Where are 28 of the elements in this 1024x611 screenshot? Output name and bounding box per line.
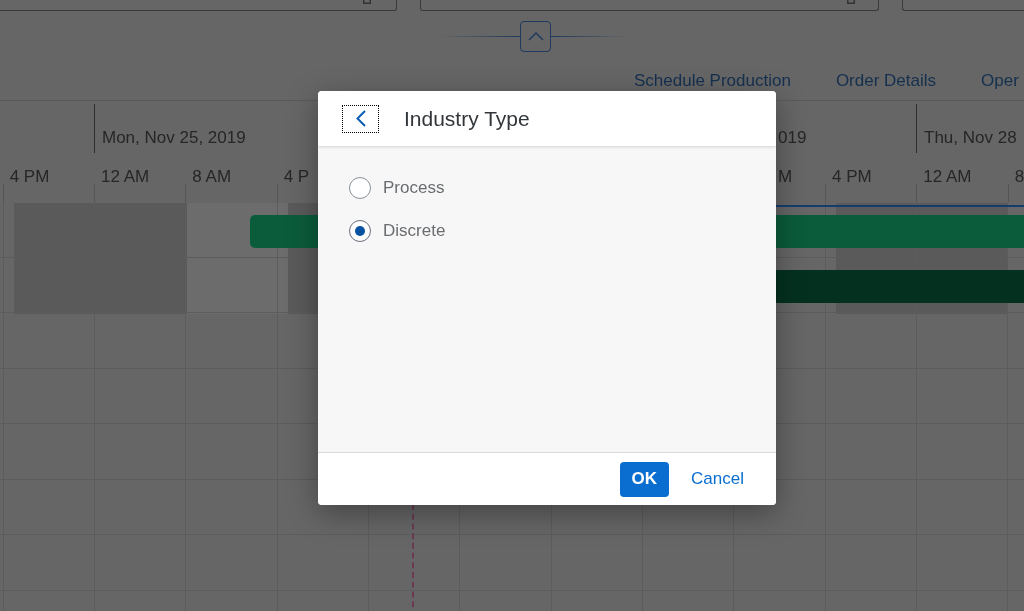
task-bar[interactable]	[250, 215, 318, 248]
hour-label: 12 AM	[101, 167, 150, 186]
collapse-header-button[interactable]	[520, 21, 551, 52]
radio-label[interactable]: Discrete	[383, 220, 446, 242]
cancel-button[interactable]: Cancel	[691, 461, 744, 497]
hour-label: 12 AM	[923, 167, 972, 186]
chevron-left-icon	[355, 110, 366, 127]
input-field[interactable]	[902, 0, 1024, 11]
radio-label[interactable]: Process	[383, 177, 445, 199]
hour-label: M	[778, 167, 793, 186]
date-label: Thu, Nov 28	[924, 128, 1017, 148]
chevron-up-icon	[527, 32, 544, 41]
radio-button[interactable]	[349, 177, 371, 199]
task-bar[interactable]	[776, 270, 1024, 303]
input-field[interactable]	[0, 0, 397, 11]
input-field[interactable]	[420, 0, 879, 11]
ok-button[interactable]: OK	[619, 461, 670, 497]
hour-label: 4 P	[283, 167, 310, 186]
radio-button[interactable]	[349, 220, 371, 242]
hour-label: 8	[1014, 167, 1024, 186]
back-button[interactable]	[342, 104, 379, 133]
hour-label: 4 PM	[9, 167, 50, 186]
hour-label: 8 AM	[192, 167, 232, 186]
date-label: Mon, Nov 25, 2019	[102, 128, 246, 148]
date-label: 019	[778, 128, 807, 148]
hour-label: 4 PM	[832, 167, 872, 186]
dialog-title: Industry Type	[404, 106, 530, 131]
task-bar[interactable]	[776, 215, 1024, 248]
